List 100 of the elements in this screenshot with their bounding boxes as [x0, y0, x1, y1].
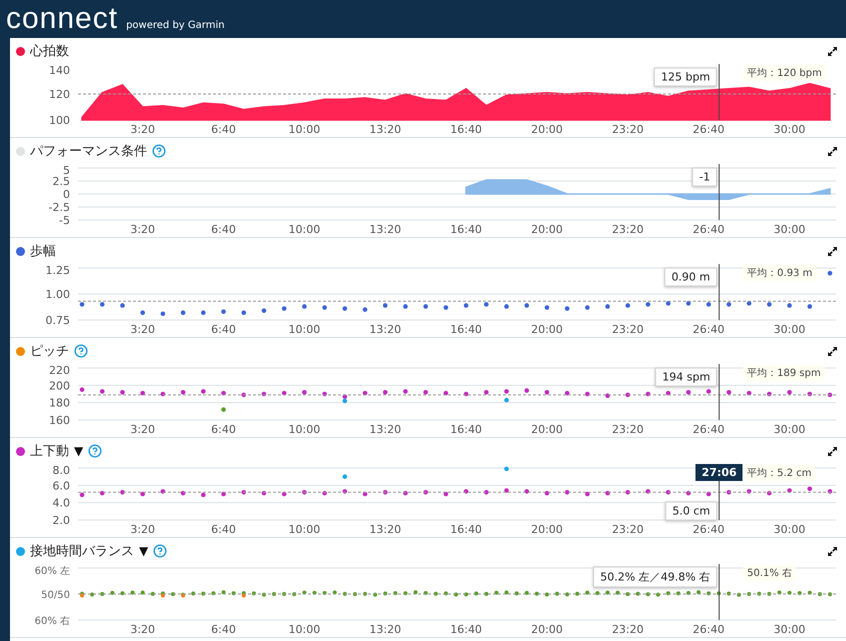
axis-label: 13:20	[369, 323, 402, 336]
data-point	[787, 303, 792, 308]
axis-label: 30:00	[774, 323, 806, 336]
axis-label: 6:40	[211, 423, 236, 436]
data-point	[100, 302, 105, 307]
axis-label: 140	[49, 64, 70, 77]
help-icon[interactable]	[88, 444, 102, 458]
data-point	[100, 389, 105, 394]
data-point	[262, 392, 266, 396]
data-point	[120, 390, 125, 395]
data-point	[342, 489, 348, 494]
axis-label: 30:00	[774, 223, 806, 236]
help-icon[interactable]	[152, 144, 166, 158]
dropdown-caret[interactable]: ▼	[139, 544, 148, 558]
value-tooltip: 0.90 m	[664, 268, 718, 286]
data-point	[282, 492, 286, 496]
data-point	[423, 304, 428, 309]
axis-label: 5	[63, 164, 70, 177]
data-point	[180, 490, 186, 496]
axis-label: 60% 右	[34, 616, 70, 627]
data-point	[160, 489, 166, 494]
axis-label: 13:20	[369, 523, 402, 536]
value-tooltip: 125 bpm	[654, 68, 718, 86]
tagline: powered by Garmin	[126, 20, 225, 33]
data-point	[302, 390, 307, 395]
axis-label: 10:00	[288, 223, 320, 236]
expand-icon[interactable]	[827, 246, 838, 256]
data-point	[322, 305, 327, 310]
help-icon[interactable]	[153, 544, 168, 558]
axis-label: 2.5	[52, 175, 70, 188]
axis-label: 120	[49, 88, 70, 101]
data-point	[403, 490, 408, 496]
axis-label: 10:00	[288, 423, 320, 436]
data-point	[686, 301, 691, 306]
axis-label: 13:20	[369, 123, 402, 136]
data-point	[626, 303, 630, 308]
chart-title: パフォーマンス条件	[30, 143, 147, 160]
data-point	[221, 309, 226, 314]
axis-label: 10:00	[288, 323, 320, 336]
axis-label: 23:20	[612, 323, 644, 336]
axis-label: 16:40	[450, 423, 482, 436]
data-point	[807, 486, 812, 492]
axis-label: 3:20	[130, 123, 156, 136]
data-point	[342, 474, 348, 479]
axis-label: 1.00	[46, 288, 70, 301]
data-point	[646, 489, 650, 494]
data-point	[484, 490, 489, 495]
axis-label: 30:00	[774, 123, 806, 136]
data-point	[564, 490, 570, 495]
axis-label: 26:40	[692, 423, 724, 436]
expand-icon[interactable]	[827, 146, 838, 156]
data-point	[746, 390, 752, 396]
axis-label: 16:40	[450, 223, 482, 236]
axis-label: 26:40	[692, 523, 724, 536]
data-point	[241, 310, 246, 316]
data-point	[221, 407, 226, 412]
dropdown-caret[interactable]: ▼	[74, 444, 84, 458]
data-point	[201, 389, 206, 394]
data-point	[180, 310, 186, 316]
data-point	[767, 490, 772, 496]
data-point	[140, 310, 145, 316]
axis-label: 2.0	[52, 514, 70, 527]
help-icon[interactable]	[74, 344, 88, 358]
axis-label: 13:20	[369, 223, 402, 236]
axis-label: 16:40	[450, 523, 482, 536]
data-point	[302, 490, 307, 495]
data-point	[746, 489, 752, 494]
data-point	[322, 490, 327, 496]
data-point	[564, 306, 570, 311]
chart-title: 上下動	[30, 443, 69, 460]
data-point	[807, 392, 812, 396]
data-point	[444, 390, 448, 396]
data-point	[221, 390, 226, 396]
data-point	[484, 390, 489, 395]
expand-icon[interactable]	[827, 446, 838, 456]
data-point	[585, 305, 590, 310]
data-point	[342, 306, 348, 311]
axis-label: 6:40	[211, 623, 236, 636]
data-point	[160, 311, 166, 316]
axis-label: 30:00	[774, 523, 806, 536]
data-point	[504, 398, 509, 402]
data-point	[140, 492, 145, 496]
axis-label: 200	[49, 379, 70, 392]
axis-label: 26:40	[692, 623, 724, 636]
expand-icon[interactable]	[827, 46, 838, 56]
data-point	[140, 390, 145, 396]
data-point	[807, 304, 812, 309]
axis-label: 26:40	[692, 323, 724, 336]
expand-icon[interactable]	[827, 546, 838, 556]
data-point	[524, 489, 530, 494]
axis-label: 6:40	[211, 523, 236, 536]
axis-label: 26:40	[692, 223, 724, 236]
data-point	[282, 390, 286, 396]
axis-label: 30:00	[774, 423, 806, 436]
axis-label: 100	[49, 114, 70, 127]
chart-title: 歩幅	[30, 243, 56, 260]
expand-icon[interactable]	[827, 346, 838, 356]
data-point	[382, 490, 388, 495]
data-point	[828, 489, 832, 494]
data-point	[241, 490, 246, 495]
